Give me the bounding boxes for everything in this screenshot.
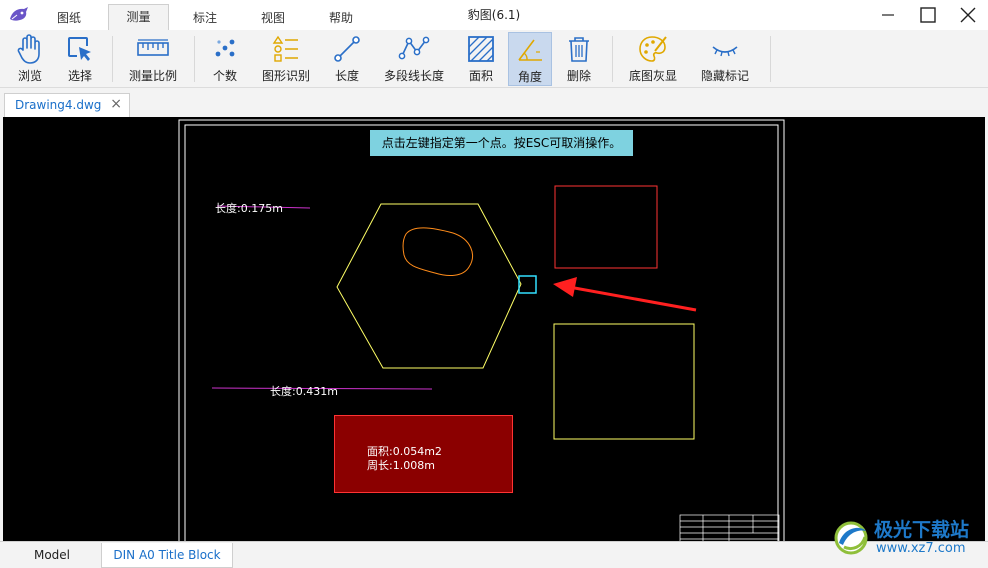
- drawing-canvas[interactable]: 点击左键指定第一个点。按ESC可取消操作。 长度:0.175m 长度:0.431…: [3, 117, 985, 541]
- select-cursor-icon: [68, 37, 91, 61]
- maximize-button[interactable]: [908, 0, 948, 30]
- toolbar-separator: [194, 36, 195, 82]
- watermark-url: www.xz7.com: [876, 541, 966, 556]
- toolbar-separator: [770, 36, 771, 82]
- dots-icon: [215, 39, 235, 57]
- tool-angle[interactable]: 角度: [508, 32, 552, 86]
- tool-area[interactable]: 面积: [459, 32, 503, 86]
- tool-label: 角度: [517, 70, 542, 84]
- toolbar-ribbon: 浏览 选择 测量比例 个数 图形识别 长度 多段线长度 面积 角度 删除 底图灰…: [0, 30, 988, 88]
- document-tab[interactable]: Drawing4.dwg ×: [4, 93, 130, 117]
- arrow-head-icon: [553, 277, 577, 297]
- tool-length[interactable]: 长度: [325, 32, 369, 86]
- tool-label: 测量比例: [128, 69, 177, 83]
- tool-label: 删除: [566, 69, 591, 83]
- document-tab-label: Drawing4.dwg: [15, 98, 102, 112]
- yellow-rectangle[interactable]: [553, 323, 695, 440]
- trash-icon: [569, 37, 589, 62]
- tool-browse[interactable]: 浏览: [8, 32, 52, 86]
- minimize-icon: [882, 14, 894, 16]
- eye-closed-icon: [712, 46, 738, 57]
- freeform-shape[interactable]: [402, 227, 473, 276]
- watermark-name: 极光下载站: [874, 519, 970, 541]
- tool-label: 隐藏标记: [700, 69, 749, 83]
- close-icon: [960, 7, 976, 23]
- tool-shape-recognition[interactable]: 图形识别: [257, 32, 315, 86]
- palette-icon: [639, 36, 667, 62]
- area-hatch-icon: [468, 36, 494, 62]
- ruler-icon: [137, 39, 169, 56]
- pick-box-cursor: [518, 275, 537, 294]
- tool-label: 选择: [67, 69, 92, 83]
- toolbar-separator: [112, 36, 113, 82]
- tool-label: 浏览: [17, 69, 42, 83]
- tool-label: 长度: [334, 69, 359, 83]
- watermark: 极光下载站 www.xz7.com: [830, 513, 980, 561]
- area-measure-box[interactable]: 面积:0.054m2 周长:1.008m: [334, 415, 513, 493]
- watermark-logo-icon: [834, 521, 868, 555]
- tool-label: 底图灰显: [628, 69, 677, 83]
- tool-label: 个数: [212, 69, 237, 83]
- tool-select[interactable]: 选择: [58, 32, 102, 86]
- title-block: [679, 514, 780, 541]
- hand-icon: [17, 34, 40, 64]
- tool-polyline-length[interactable]: 多段线长度: [379, 32, 449, 86]
- length-label-1: 长度:0.175m: [215, 202, 283, 215]
- line-length-icon: [334, 36, 360, 62]
- tab-model[interactable]: Model: [4, 543, 100, 568]
- polyline-icon: [398, 36, 430, 60]
- minimize-button[interactable]: [868, 0, 908, 30]
- tool-label: 图形识别: [261, 69, 310, 83]
- red-rectangle[interactable]: [554, 185, 658, 269]
- document-tab-bar: Drawing4.dwg ×: [0, 89, 988, 117]
- annotation-arrow: [568, 285, 697, 312]
- tab-title-block[interactable]: DIN A0 Title Block: [101, 543, 233, 568]
- toolbar-separator: [612, 36, 613, 82]
- tool-measure-scale[interactable]: 测量比例: [122, 32, 184, 86]
- tool-gray-background[interactable]: 底图灰显: [622, 32, 684, 86]
- close-icon[interactable]: ×: [110, 96, 122, 112]
- close-window-button[interactable]: [948, 0, 988, 30]
- tool-hide-marks[interactable]: 隐藏标记: [696, 32, 754, 86]
- title-bar: 图纸 测量 标注 视图 帮助 豹图(6.1): [0, 0, 988, 31]
- tool-label: 面积: [468, 69, 493, 83]
- tool-count[interactable]: 个数: [203, 32, 247, 86]
- shape-list-icon: [272, 35, 298, 62]
- window-title: 豹图(6.1): [467, 8, 521, 22]
- angle-icon: [518, 39, 542, 61]
- tool-label: 多段线长度: [383, 69, 444, 83]
- perimeter-label: 周长:1.008m: [367, 459, 435, 472]
- tool-delete[interactable]: 删除: [557, 32, 601, 86]
- instruction-hint: 点击左键指定第一个点。按ESC可取消操作。: [370, 130, 633, 156]
- maximize-icon: [920, 7, 936, 23]
- length-label-2: 长度:0.431m: [270, 385, 338, 398]
